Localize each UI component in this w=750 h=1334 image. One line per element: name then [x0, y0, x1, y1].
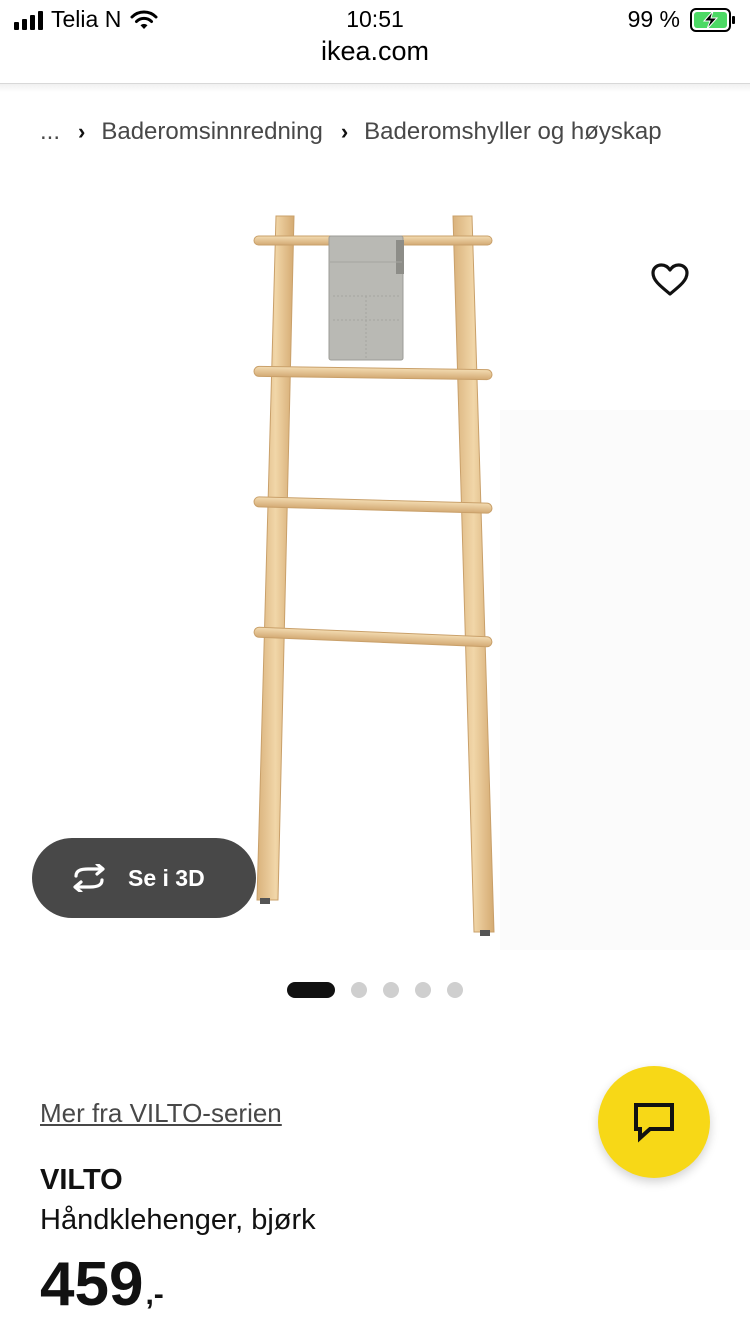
status-bar: Telia N 10:51 99 %	[0, 0, 750, 40]
price-suffix: ,-	[145, 1278, 164, 1311]
carousel-dot-3[interactable]	[383, 982, 399, 998]
series-link[interactable]: Mer fra VILTO-serien	[40, 1098, 282, 1129]
chevron-right-icon: ›	[340, 119, 349, 144]
battery-charging-icon	[690, 7, 735, 32]
heart-outline-icon	[651, 263, 689, 296]
breadcrumb-item-baderomsinnredning[interactable]: Baderomsinnredning	[101, 118, 322, 146]
carousel-dot-1[interactable]	[287, 982, 335, 998]
carousel-dot-5[interactable]	[447, 982, 463, 998]
chat-button[interactable]	[598, 1066, 710, 1178]
view-3d-button[interactable]: Se i 3D	[32, 838, 256, 918]
address-bar-url[interactable]: ikea.com	[0, 36, 750, 67]
chat-bubble-icon	[634, 1103, 674, 1143]
favourite-button[interactable]	[646, 256, 694, 304]
breadcrumb: ... › Baderomsinnredning › Baderomshylle…	[40, 118, 662, 146]
rotate-3d-icon	[73, 864, 105, 892]
battery-percent: 99 %	[627, 6, 680, 32]
price-value: 459	[40, 1250, 144, 1319]
product-description: Håndklehenger, bjørk	[40, 1204, 316, 1236]
view-3d-label: Se i 3D	[128, 864, 205, 891]
header-shadow	[0, 84, 750, 92]
product-name: VILTO	[40, 1164, 123, 1196]
carousel-dot-4[interactable]	[415, 982, 431, 998]
chevron-right-icon: ›	[78, 119, 86, 144]
breadcrumb-item-baderomshyller[interactable]: Baderomshyller og høyskap	[364, 118, 661, 146]
breadcrumb-ellipsis[interactable]: ...	[40, 118, 60, 146]
product-price: 459 ,-	[40, 1254, 164, 1316]
carousel-dot-2[interactable]	[351, 982, 367, 998]
status-right: 99 %	[628, 6, 736, 33]
carousel-pagination	[287, 982, 463, 998]
